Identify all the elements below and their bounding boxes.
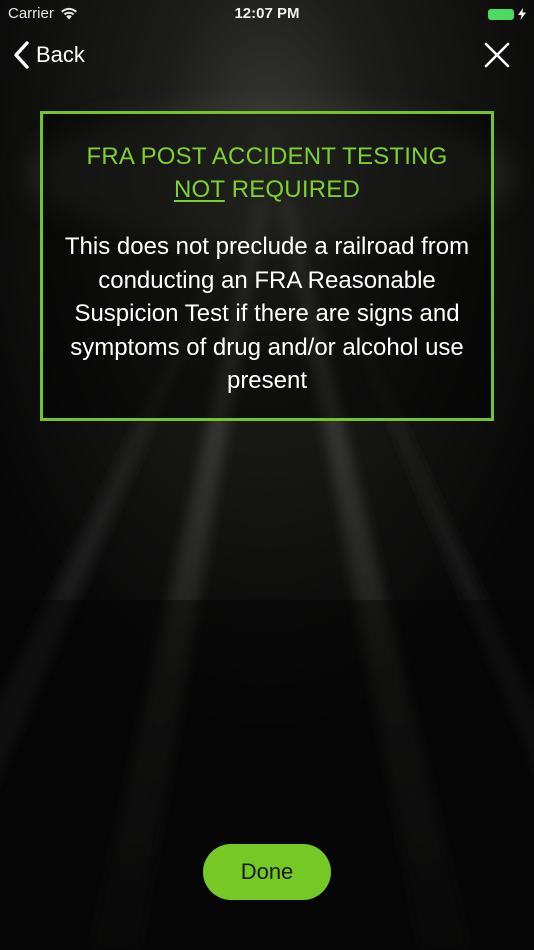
status-time: 12:07 PM xyxy=(234,5,300,22)
status-bar: Carrier 12:07 PM xyxy=(0,0,534,28)
result-title-required: REQUIRED xyxy=(224,176,360,203)
chevron-left-icon xyxy=(14,41,29,69)
charging-bolt-icon xyxy=(518,8,526,20)
result-message-box: FRA POST ACCIDENT TESTING NOT REQUIRED T… xyxy=(40,111,494,421)
navigation-bar: Back xyxy=(0,28,534,84)
result-title-line2: NOT REQUIRED xyxy=(43,173,491,206)
result-title-line1: FRA POST ACCIDENT TESTING xyxy=(86,143,448,170)
battery-icon xyxy=(488,8,526,20)
result-title: FRA POST ACCIDENT TESTING NOT REQUIRED xyxy=(43,140,491,206)
screen: Carrier 12:07 PM Back FRA POST ACCIDENT … xyxy=(0,0,534,950)
back-label: Back xyxy=(36,42,85,67)
back-button[interactable]: Back xyxy=(12,38,85,72)
battery-level xyxy=(488,8,514,20)
result-description: This does not preclude a railroad from c… xyxy=(64,233,470,394)
done-button[interactable]: Done xyxy=(203,844,331,900)
result-title-not: NOT xyxy=(174,176,225,203)
close-button[interactable] xyxy=(482,40,512,70)
close-icon xyxy=(484,42,510,68)
